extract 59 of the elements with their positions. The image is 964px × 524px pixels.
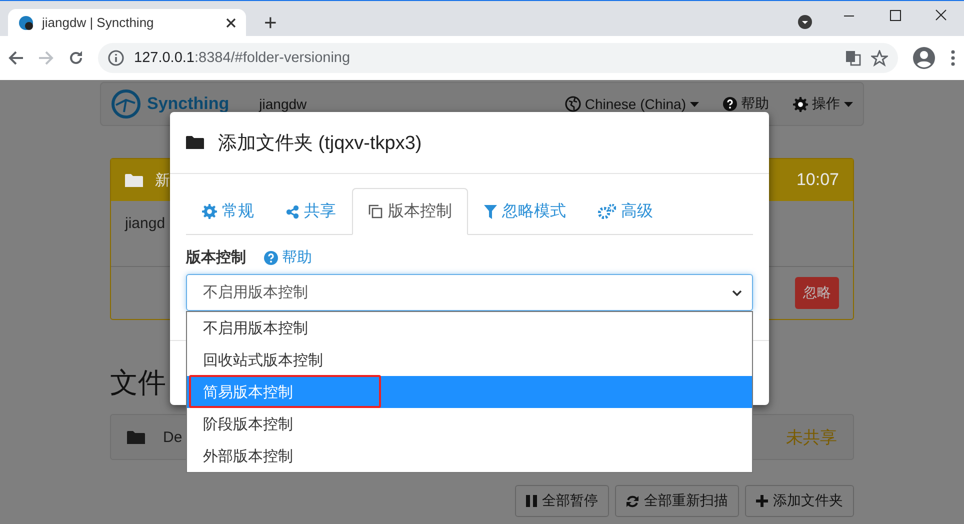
tab[interactable]: 常规 — [186, 188, 270, 235]
help-icon — [264, 250, 278, 264]
settings-icon — [793, 96, 808, 112]
close-icon[interactable] — [226, 18, 236, 28]
versioning-select[interactable]: 不启用版本控制 — [186, 274, 753, 311]
modal-title: 添加文件夹 (tjqxv-tkpx3) — [218, 132, 422, 156]
folder-icon — [125, 172, 143, 188]
dropdown-option[interactable]: 阶段版本控制 — [187, 408, 752, 440]
tab[interactable]: 共享 — [270, 188, 352, 235]
gears-icon — [598, 204, 616, 219]
settings-icon — [202, 204, 217, 219]
dropdown-option[interactable]: 不启用版本控制 — [187, 312, 752, 344]
profile-icon[interactable] — [912, 46, 936, 70]
new-tab-button[interactable]: + — [264, 12, 277, 34]
rescan-all-button[interactable]: 全部重新扫描 — [615, 485, 739, 517]
address-bar[interactable]: 127.0.0.1:8384/#folder-versioning — [98, 43, 898, 73]
menu-icon[interactable] — [950, 49, 956, 67]
translate-icon[interactable] — [845, 50, 861, 66]
notice-title: 新 — [155, 170, 171, 190]
globe-icon — [18, 14, 34, 30]
help-link[interactable]: 帮助 — [264, 248, 312, 267]
back-icon[interactable] — [8, 50, 24, 66]
tab[interactable]: 高级 — [582, 188, 669, 235]
refresh-icon — [626, 494, 639, 508]
field-label: 版本控制 — [186, 248, 246, 267]
globe-icon — [564, 96, 581, 112]
chevron-icon — [732, 290, 742, 296]
caret-icon — [844, 102, 853, 106]
pause-all-button[interactable]: 全部暂停 — [515, 485, 609, 517]
notice-text: jiangd — [125, 215, 166, 232]
dropdown-option[interactable]: 简易版本控制 — [187, 376, 752, 408]
device-name: jiangdw — [259, 96, 308, 112]
folder-status: 未共享 — [786, 426, 837, 448]
dropdown-option[interactable]: 外部版本控制 — [187, 440, 752, 472]
actions-menu[interactable]: 操作 — [793, 95, 853, 113]
star-icon[interactable] — [871, 50, 888, 66]
folder-icon — [127, 430, 145, 444]
help-menu[interactable]: 帮助 — [723, 95, 769, 113]
tab-search-icon[interactable] — [798, 15, 812, 29]
browser-tab[interactable]: jiangdw | Syncthing — [8, 9, 246, 36]
tab[interactable]: 版本控制 — [352, 188, 468, 235]
filter-icon — [484, 204, 497, 218]
copy-icon — [368, 204, 383, 219]
pause-icon — [526, 495, 537, 507]
section-heading: 文件 — [110, 366, 166, 400]
folder-name: De — [163, 428, 184, 446]
dropdown-option[interactable]: 回收站式版本控制 — [187, 344, 752, 376]
language-menu[interactable]: Chinese (China) — [564, 96, 699, 112]
ignore-button[interactable]: 忽略 — [795, 277, 839, 309]
reload-icon[interactable] — [68, 50, 84, 66]
tab[interactable]: 忽略模式 — [468, 188, 582, 235]
caret-icon — [690, 102, 699, 106]
info-icon — [108, 50, 124, 66]
share-icon — [286, 204, 299, 218]
plus-icon — [756, 495, 768, 507]
folder-icon — [186, 135, 204, 150]
add-folder-button[interactable]: 添加文件夹 — [745, 485, 854, 517]
logo-icon — [111, 89, 141, 119]
notice-time: 10:07 — [796, 170, 839, 190]
